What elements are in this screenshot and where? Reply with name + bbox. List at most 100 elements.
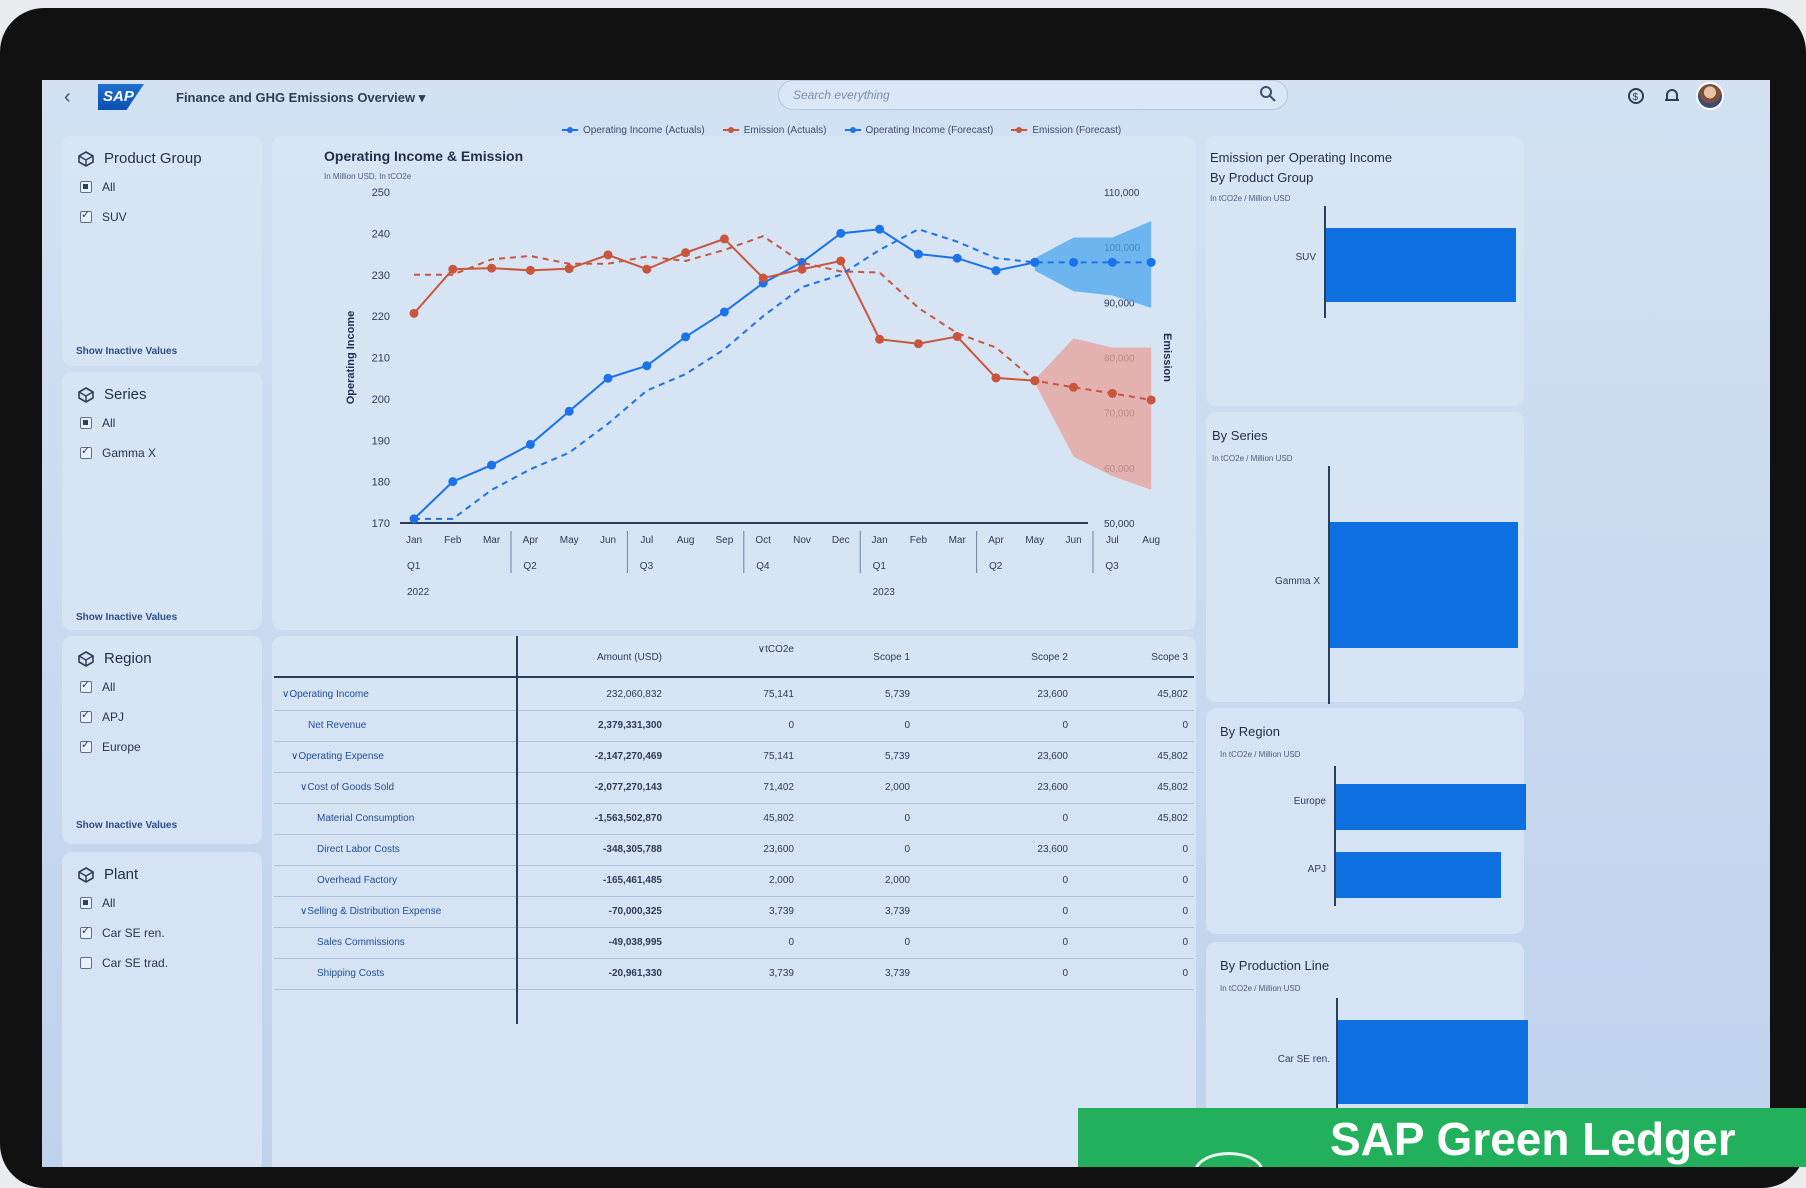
table-row[interactable]: ∨Operating Income 232,060,832 75,141 5,739 2… xyxy=(274,680,1194,711)
table-cell: -20,961,330 xyxy=(608,968,662,979)
filter-option-all[interactable]: All xyxy=(80,896,115,910)
y-tick-label: 170 xyxy=(372,518,390,530)
data-point xyxy=(642,361,652,371)
filter-option-all[interactable]: All xyxy=(80,678,115,694)
search-placeholder: Search everything xyxy=(793,88,890,102)
filter-option-all[interactable]: All xyxy=(80,416,115,430)
avatar[interactable] xyxy=(1696,82,1724,110)
y-tick-label: 210 xyxy=(372,353,390,365)
row-label[interactable]: ∨Selling & Distribution Expense xyxy=(300,906,441,917)
table-row[interactable]: ∨Operating Expense -2,147,270,469 75,141 5,… xyxy=(274,742,1194,773)
checkbox[interactable] xyxy=(80,924,92,939)
column-header-label: tCO2e xyxy=(765,644,794,655)
filter-option-europe[interactable]: Europe xyxy=(80,738,141,754)
show-inactive-link[interactable]: Show Inactive Values xyxy=(76,820,177,831)
quarter-label: Q2 xyxy=(989,561,1003,572)
data-point xyxy=(564,406,574,416)
column-header-tco2e[interactable]: ∨tCO2e xyxy=(694,644,794,684)
row-label-text: Cost of Goods Sold xyxy=(307,782,395,793)
show-inactive-link[interactable]: Show Inactive Values xyxy=(76,612,177,623)
cube-icon xyxy=(78,650,94,667)
bar-apj[interactable] xyxy=(1336,852,1502,898)
bar-europe[interactable] xyxy=(1336,784,1526,830)
table-cell: 0 xyxy=(1062,937,1068,948)
row-label-text: Direct Labor Costs xyxy=(317,844,400,855)
table-row[interactable]: Material Consumption -1,563,502,870 45,802… xyxy=(274,804,1194,835)
table-cell: 0 xyxy=(1182,906,1188,917)
bar-category-label: Gamma X xyxy=(1274,576,1320,587)
data-point xyxy=(409,308,419,318)
x-tick-label: Jun xyxy=(1066,535,1082,546)
checkbox[interactable] xyxy=(80,208,92,223)
y-tick-label: 240 xyxy=(372,228,390,240)
app-title-menu[interactable]: Finance and GHG Emissions Overview ▾ xyxy=(176,90,425,106)
show-inactive-link[interactable]: Show Inactive Values xyxy=(76,346,177,357)
chart-card-product-group: Emission per Operating Income By Product… xyxy=(1206,136,1524,406)
row-label: Sales Commissions xyxy=(317,937,405,948)
table-cell: 23,600 xyxy=(1037,782,1068,793)
data-point xyxy=(913,249,923,259)
filter-title-label: Product Group xyxy=(104,150,202,167)
legend-marker xyxy=(844,126,861,134)
x-tick-label: Apr xyxy=(523,535,539,546)
checkbox[interactable] xyxy=(80,957,92,969)
table-cell: 0 xyxy=(904,720,910,731)
row-label[interactable]: ∨Operating Expense xyxy=(291,751,384,762)
table-row[interactable]: Shipping Costs -20,961,330 3,739 3,739 0 0 xyxy=(274,959,1194,990)
filter-card-region: Region All APJ Europe Show Inactive Valu… xyxy=(62,636,262,844)
x-tick-label: Mar xyxy=(483,535,501,546)
data-point xyxy=(681,248,691,258)
checkbox[interactable] xyxy=(80,738,92,753)
filter-option-car-se-trad[interactable]: Car SE trad. xyxy=(80,956,168,970)
filter-option-all[interactable]: All xyxy=(80,180,115,194)
checkbox[interactable] xyxy=(80,678,92,693)
row-label-text: Operating Expense xyxy=(298,751,384,762)
coin-icon[interactable]: $ xyxy=(1626,86,1646,106)
filter-option-apj[interactable]: APJ xyxy=(80,708,125,724)
option-label: SUV xyxy=(102,210,127,224)
table-row[interactable]: Sales Commissions -49,038,995 0 0 0 0 xyxy=(274,928,1194,959)
x-tick-label: Jul xyxy=(640,535,653,546)
table-row[interactable]: ∨Selling & Distribution Expense -70,000,3… xyxy=(274,897,1194,928)
legend-label: Operating Income (Forecast) xyxy=(865,124,994,136)
table-cell: 0 xyxy=(904,844,910,855)
y-tick-label: 250 xyxy=(372,187,390,199)
row-label[interactable]: ∨Operating Income xyxy=(282,689,369,700)
table-cell: 0 xyxy=(1062,720,1068,731)
row-label[interactable]: ∨Cost of Goods Sold xyxy=(300,782,394,793)
checkbox[interactable] xyxy=(80,181,92,193)
row-label-text: Sales Commissions xyxy=(317,937,405,948)
mini-chart-subtitle: In tCO2e / Million USD xyxy=(1220,984,1301,993)
checkbox[interactable] xyxy=(80,897,92,909)
table-row[interactable]: Overhead Factory -165,461,485 2,000 2,000 0 0 xyxy=(274,866,1194,897)
data-point xyxy=(719,234,729,244)
table-row[interactable]: ∨Cost of Goods Sold -2,077,270,143 71,402 2… xyxy=(274,773,1194,804)
checkbox[interactable] xyxy=(80,417,92,429)
table-cell: 2,379,331,300 xyxy=(598,720,662,731)
bar-gamma-x[interactable] xyxy=(1330,522,1518,648)
filter-card-plant: Plant All Car SE ren. Car SE trad. xyxy=(62,852,262,1167)
checkbox[interactable] xyxy=(80,708,92,723)
bar-car-se-ren[interactable] xyxy=(1338,1020,1528,1104)
bar-suv[interactable] xyxy=(1326,228,1516,302)
option-label: All xyxy=(102,896,116,910)
filter-option-car-se-ren[interactable]: Car SE ren. xyxy=(80,924,165,940)
table-cell: 0 xyxy=(904,937,910,948)
row-label-text: Shipping Costs xyxy=(317,968,385,979)
forecast-point xyxy=(1107,257,1117,267)
operating-income-emission-chart[interactable]: 250240230220210200190180170110,000100,00… xyxy=(272,180,1196,630)
bell-icon[interactable] xyxy=(1662,86,1682,106)
checkbox[interactable] xyxy=(80,444,92,459)
filter-option-gamma-x[interactable]: Gamma X xyxy=(80,444,156,460)
filter-option-suv[interactable]: SUV xyxy=(80,208,127,224)
table-row[interactable]: Direct Labor Costs -348,305,788 23,600 0 23,… xyxy=(274,835,1194,866)
search-icon[interactable] xyxy=(1259,85,1277,103)
filter-title: Region xyxy=(78,650,152,667)
table-row[interactable]: Net Revenue 2,379,331,300 0 0 0 0 xyxy=(274,711,1194,742)
search-input[interactable]: Search everything xyxy=(778,80,1288,110)
chevron-left-icon[interactable]: ‹ xyxy=(64,86,71,109)
data-point xyxy=(913,339,923,349)
option-label: APJ xyxy=(102,710,125,724)
x-tick-label: Dec xyxy=(832,535,850,546)
data-point xyxy=(797,264,807,274)
